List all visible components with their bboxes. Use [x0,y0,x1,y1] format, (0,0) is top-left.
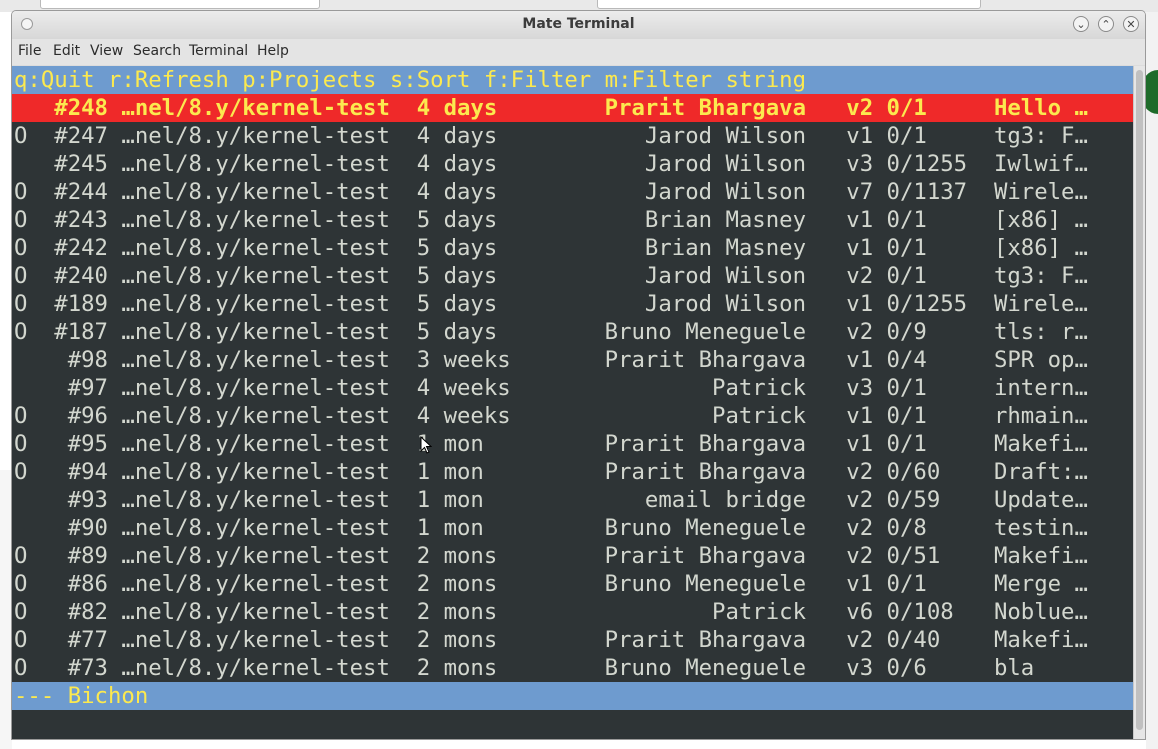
terminal-screen[interactable]: q:Quit r:Refresh p:Projects s:Sort f:Fil… [12,66,1133,739]
list-item[interactable]: O #89 …nel/8.y/kernel-test 2 mons Prarit… [14,542,1088,570]
menu-file[interactable]: File [18,43,41,59]
list-item[interactable]: O #95 …nel/8.y/kernel-test 1 mon Prarit … [14,430,1088,458]
list-item[interactable]: O #242 …nel/8.y/kernel-test 5 days Brian… [14,234,1088,262]
help-line: q:Quit r:Refresh p:Projects s:Sort f:Fil… [14,67,807,93]
close-icon[interactable]: ✕ [1123,16,1139,32]
status-bar [12,682,1133,710]
list-item[interactable]: O #96 …nel/8.y/kernel-test 4 weeks Patri… [14,402,1088,430]
list-item[interactable]: #97 …nel/8.y/kernel-test 4 weeks Patrick… [14,374,1088,402]
list-item[interactable]: O #189 …nel/8.y/kernel-test 5 days Jarod… [14,290,1088,318]
menu-search[interactable]: Search [133,43,181,59]
selected-row[interactable]: #248 …nel/8.y/kernel-test 4 days Prarit … [14,94,1088,122]
list-item[interactable]: #245 …nel/8.y/kernel-test 4 days Jarod W… [14,150,1088,178]
menu-help[interactable]: Help [257,43,289,59]
mouse-pointer-icon [420,436,432,454]
minimize-icon[interactable]: ⌄ [1073,16,1089,32]
list-item[interactable]: #90 …nel/8.y/kernel-test 1 mon Bruno Men… [14,514,1088,542]
list-item[interactable]: #93 …nel/8.y/kernel-test 1 mon email bri… [14,486,1088,514]
list-item[interactable]: O #86 …nel/8.y/kernel-test 2 mons Bruno … [14,570,1088,598]
desktop-background-right [1146,12,1158,749]
list-item[interactable]: O #243 …nel/8.y/kernel-test 5 days Brian… [14,206,1088,234]
list-item[interactable]: O #187 …nel/8.y/kernel-test 5 days Bruno… [14,318,1088,346]
window-title: Mate Terminal [522,16,635,32]
list-item[interactable]: O #94 …nel/8.y/kernel-test 1 mon Prarit … [14,458,1088,486]
menu-view[interactable]: View [90,43,123,59]
list-item[interactable]: O #77 …nel/8.y/kernel-test 2 mons Prarit… [14,626,1088,654]
list-item[interactable]: O #247 …nel/8.y/kernel-test 4 days Jarod… [14,122,1088,150]
list-item[interactable]: O #82 …nel/8.y/kernel-test 2 mons Patric… [14,598,1088,626]
menu-bar: File Edit View Search Terminal Help [12,39,1145,65]
menu-edit[interactable]: Edit [53,43,80,59]
scrollbar-thumb[interactable] [1136,70,1143,730]
background-field [597,0,981,9]
terminal-window: Mate Terminal ⌄ ⌃ ✕ File Edit View Searc… [11,10,1146,740]
list-item[interactable]: O #240 …nel/8.y/kernel-test 5 days Jarod… [14,262,1088,290]
status-line: --- Bichon [14,683,149,709]
title-bar[interactable]: Mate Terminal ⌄ ⌃ ✕ [12,11,1145,39]
list-item[interactable]: O #244 …nel/8.y/kernel-test 4 days Jarod… [14,178,1088,206]
maximize-icon[interactable]: ⌃ [1098,16,1114,32]
list-item[interactable]: #98 …nel/8.y/kernel-test 3 weeks Prarit … [14,346,1088,374]
background-field [40,0,320,9]
list-item[interactable]: O #73 …nel/8.y/kernel-test 2 mons Bruno … [14,654,1034,682]
vertical-scrollbar[interactable] [1133,66,1145,739]
menu-terminal[interactable]: Terminal [189,43,248,59]
